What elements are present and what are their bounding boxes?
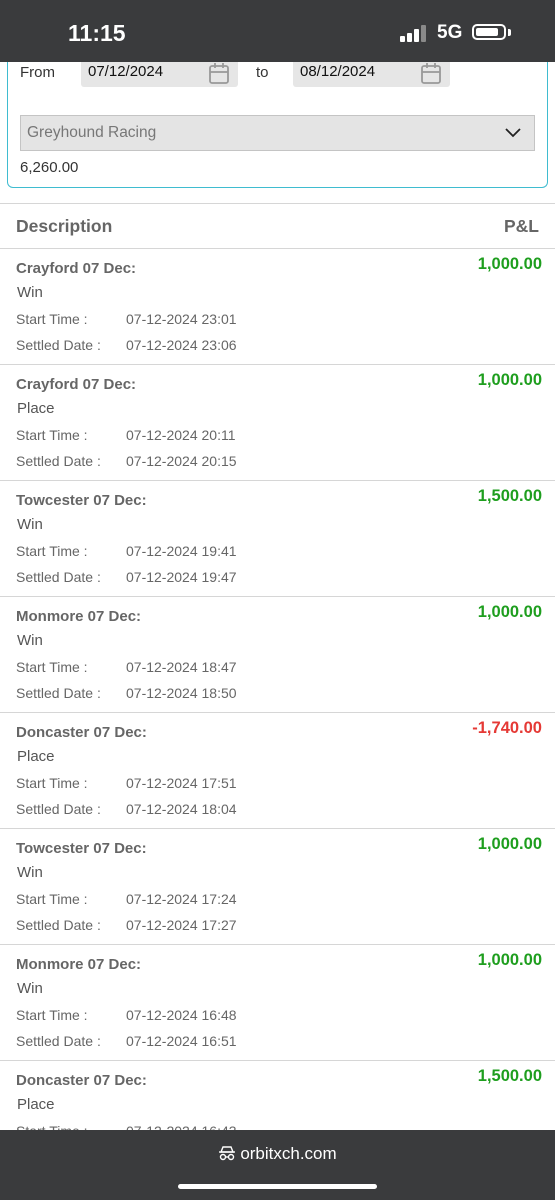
table-row[interactable]: Monmore 07 Dec: 1,000.00 Win Start Time …	[0, 945, 555, 1061]
start-time-label: Start Time :	[16, 1007, 88, 1023]
chevron-down-icon	[505, 128, 521, 138]
network-label: 5G	[437, 22, 463, 43]
market-type: Place	[17, 400, 55, 417]
signal-strength-icon	[400, 25, 428, 42]
start-time-label: Start Time :	[16, 891, 88, 907]
market-type: Win	[17, 864, 43, 881]
settled-date-label: Settled Date :	[16, 917, 101, 933]
start-time-label: Start Time :	[16, 543, 88, 559]
market-type: Place	[17, 748, 55, 765]
start-time-value: 07-12-2024 18:47	[126, 659, 237, 675]
settled-date-value: 07-12-2024 20:15	[126, 453, 237, 469]
to-date-value: 08/12/2024	[300, 63, 376, 80]
table-header: Description P&L	[0, 204, 555, 249]
settled-date-value: 07-12-2024 16:51	[126, 1033, 237, 1049]
table-row[interactable]: Crayford 07 Dec: 1,000.00 Place Start Ti…	[0, 365, 555, 481]
event-title: Towcester 07 Dec:	[16, 492, 147, 509]
settled-date-value: 07-12-2024 18:50	[126, 685, 237, 701]
start-time-value: 07-12-2024 17:51	[126, 775, 237, 791]
pnl-value: 1,000.00	[477, 835, 542, 853]
from-date-input[interactable]: 07/12/2024	[81, 62, 238, 87]
battery-tip	[508, 29, 511, 36]
start-time-label: Start Time :	[16, 775, 88, 791]
start-time-label: Start Time :	[16, 659, 88, 675]
battery-icon	[472, 24, 506, 40]
event-title: Doncaster 07 Dec:	[16, 1072, 147, 1089]
table-row[interactable]: Doncaster 07 Dec: -1,740.00 Place Start …	[0, 713, 555, 829]
settled-date-label: Settled Date :	[16, 337, 101, 353]
market-type: Win	[17, 980, 43, 997]
settled-date-label: Settled Date :	[16, 1033, 101, 1049]
home-indicator	[178, 1184, 377, 1189]
start-time-value: 07-12-2024 17:24	[126, 891, 237, 907]
pnl-value: 1,000.00	[477, 255, 542, 273]
settled-date-value: 07-12-2024 17:27	[126, 917, 237, 933]
address-bar[interactable]: orbitxch.com	[0, 1144, 555, 1164]
url-text: orbitxch.com	[240, 1144, 337, 1163]
table-row[interactable]: Crayford 07 Dec: 1,000.00 Win Start Time…	[0, 249, 555, 365]
settled-date-label: Settled Date :	[16, 685, 101, 701]
status-bar: 11:15 5G	[0, 0, 555, 62]
from-label: From	[20, 64, 55, 81]
settled-date-label: Settled Date :	[16, 569, 101, 585]
pnl-value: 1,500.00	[477, 487, 542, 505]
table-row[interactable]: Monmore 07 Dec: 1,000.00 Win Start Time …	[0, 597, 555, 713]
start-time-label: Start Time :	[16, 427, 88, 443]
calendar-icon[interactable]	[420, 63, 442, 85]
sport-select-value: Greyhound Racing	[27, 124, 157, 141]
start-time-value: 07-12-2024 16:48	[126, 1007, 237, 1023]
from-date-value: 07/12/2024	[88, 63, 164, 80]
pnl-value: 1,000.00	[477, 371, 542, 389]
calendar-icon[interactable]	[208, 63, 230, 85]
pnl-value: 1,000.00	[477, 951, 542, 969]
pnl-header: P&L	[504, 216, 539, 236]
incognito-icon	[219, 1146, 236, 1161]
event-title: Monmore 07 Dec:	[16, 608, 142, 625]
settled-date-value: 07-12-2024 23:06	[126, 337, 237, 353]
table-row[interactable]: Towcester 07 Dec: 1,000.00 Win Start Tim…	[0, 829, 555, 945]
filter-panel: From 07/12/2024 to 08/12/2024 Greyhound …	[7, 62, 548, 188]
market-type: Win	[17, 284, 43, 301]
event-title: Crayford 07 Dec:	[16, 376, 137, 393]
settled-date-value: 07-12-2024 19:47	[126, 569, 237, 585]
start-time-value: 07-12-2024 20:11	[126, 427, 236, 443]
event-title: Towcester 07 Dec:	[16, 840, 147, 857]
market-type: Place	[17, 1096, 55, 1113]
settled-date-value: 07-12-2024 18:04	[126, 801, 237, 817]
balance-total: 6,260.00	[20, 159, 79, 176]
pnl-value: 1,000.00	[477, 603, 542, 621]
event-title: Doncaster 07 Dec:	[16, 724, 147, 741]
browser-bar: orbitxch.com	[0, 1130, 555, 1200]
status-time: 11:15	[68, 20, 126, 46]
table-row[interactable]: Doncaster 07 Dec: 1,500.00 Place Start T…	[0, 1061, 555, 1131]
pnl-value: -1,740.00	[472, 719, 542, 737]
start-time-value: 07-12-2024 23:01	[126, 311, 237, 327]
event-title: Monmore 07 Dec:	[16, 956, 142, 973]
market-type: Win	[17, 632, 43, 649]
pnl-value: 1,500.00	[477, 1067, 542, 1085]
settled-date-label: Settled Date :	[16, 453, 101, 469]
start-time-label: Start Time :	[16, 311, 88, 327]
start-time-value: 07-12-2024 19:41	[126, 543, 237, 559]
table-row[interactable]: Towcester 07 Dec: 1,500.00 Win Start Tim…	[0, 481, 555, 597]
description-header: Description	[16, 216, 113, 236]
sport-select[interactable]: Greyhound Racing	[20, 115, 535, 151]
market-type: Win	[17, 516, 43, 533]
pnl-table: Description P&L Crayford 07 Dec: 1,000.0…	[0, 203, 555, 1131]
to-date-input[interactable]: 08/12/2024	[293, 62, 450, 87]
settled-date-label: Settled Date :	[16, 801, 101, 817]
event-title: Crayford 07 Dec:	[16, 260, 137, 277]
to-label: to	[256, 64, 269, 81]
